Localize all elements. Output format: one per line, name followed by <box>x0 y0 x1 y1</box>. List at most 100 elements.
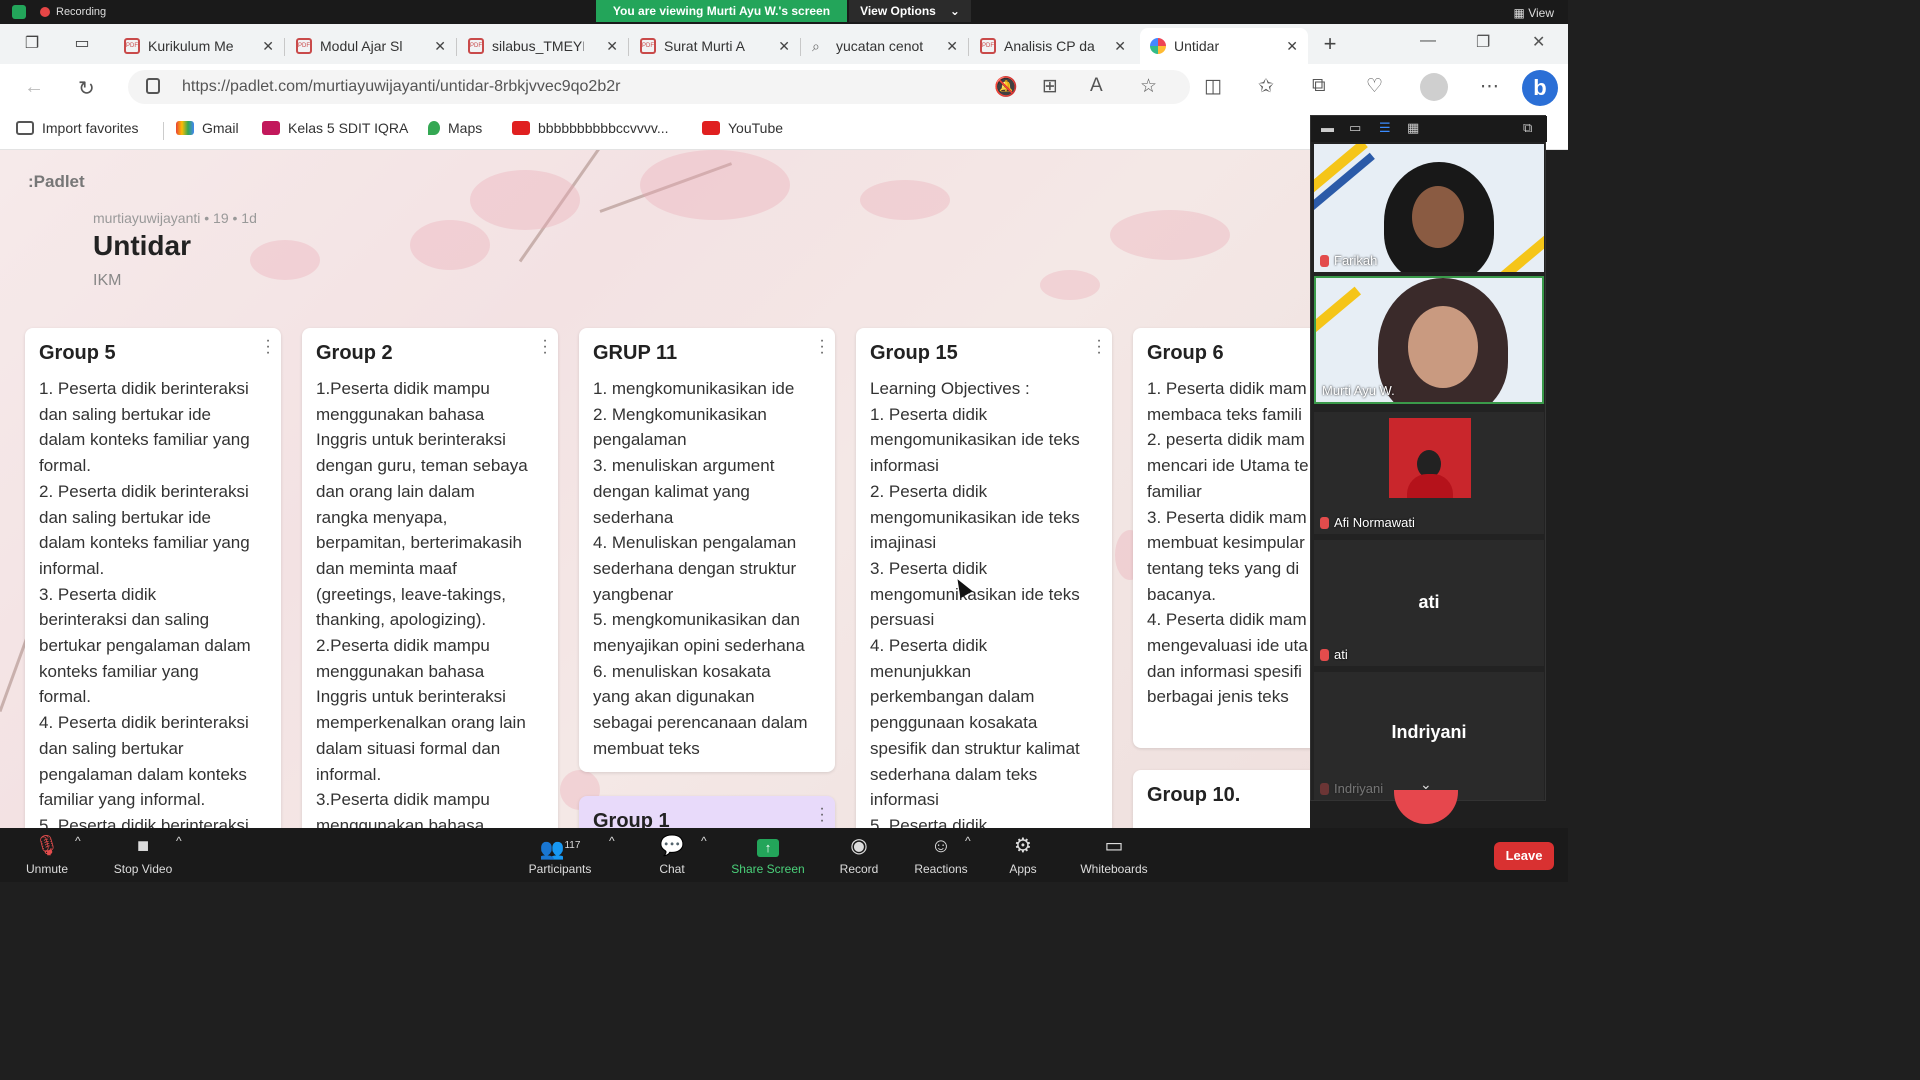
speaker-view-icon[interactable]: ☰ <box>1379 120 1391 136</box>
more-vertical-icon[interactable]: · · · <box>542 333 548 361</box>
more-vertical-icon[interactable]: · · · <box>819 801 825 829</box>
window-close-icon[interactable]: ✕ <box>1532 32 1545 52</box>
participant-tile-farikah[interactable]: Farikah <box>1314 144 1544 272</box>
split-screen-icon[interactable]: ◫ <box>1204 75 1222 98</box>
apps-button[interactable]: ⚙ Apps <box>1004 834 1042 876</box>
bookmark-import-favorites[interactable]: Import favorites <box>16 120 138 136</box>
strip-view-icon[interactable]: ▭ <box>1349 120 1361 136</box>
read-aloud-icon[interactable]: A <box>1090 75 1103 97</box>
participant-name: Murti Ayu W. <box>1322 383 1395 398</box>
tab-analisis[interactable]: PDF Analisis CP da ✕ <box>970 28 1136 64</box>
participant-tile-afi[interactable]: Afi Normawati <box>1314 412 1544 534</box>
browser-essentials-icon[interactable]: ♡ <box>1366 75 1383 98</box>
pdf-icon: PDF <box>640 38 656 54</box>
unmute-button[interactable]: 🎙 Unmute <box>22 834 72 876</box>
tab-title: Untidar <box>1174 38 1220 54</box>
collections-icon[interactable]: ⧉ <box>1312 75 1326 97</box>
participant-name-tag: Farikah <box>1320 253 1377 268</box>
leave-button[interactable]: Leave <box>1494 842 1554 870</box>
bookmark-gmail[interactable]: Gmail <box>176 120 239 136</box>
close-icon[interactable]: ✕ <box>946 38 958 55</box>
app-available-icon[interactable]: ⊞ <box>1042 75 1058 98</box>
close-icon[interactable]: ✕ <box>778 38 790 55</box>
video-options-chevron-icon[interactable]: ^ <box>176 834 182 848</box>
tab-actions-icon[interactable]: ▭ <box>72 34 92 54</box>
view-options-button[interactable]: View Options ⌄ <box>849 0 971 22</box>
back-icon[interactable]: ← <box>24 76 44 99</box>
participant-name-tag: Afi Normawati <box>1320 515 1415 530</box>
tab-modul-ajar[interactable]: PDF Modul Ajar Sl ✕ <box>286 28 456 64</box>
participant-tile-indriyani[interactable]: Indriyani Indriyani ⌄ <box>1314 672 1544 800</box>
participants-count: 117 <box>564 840 581 851</box>
view-button[interactable]: ▦ View <box>1514 6 1554 20</box>
tab-yucatan[interactable]: ⌕ yucatan cenot ✕ <box>802 28 968 64</box>
tab-title: yucatan cenot <box>836 38 924 54</box>
mic-off-icon <box>1320 782 1329 795</box>
post-card-group1[interactable]: Group 1 · · · <box>579 796 835 828</box>
url-field[interactable]: https://padlet.com/murtiayuwijayanti/unt… <box>128 70 1190 104</box>
whiteboards-button[interactable]: ▭ Whiteboards <box>1076 834 1152 876</box>
minimize-panel-icon[interactable]: ▬ <box>1321 120 1334 135</box>
profile-avatar[interactable] <box>1420 73 1448 101</box>
participant-tile-ati[interactable]: ati ati <box>1314 540 1544 666</box>
tab-kurikulum[interactable]: PDF Kurikulum Me ✕ <box>114 28 284 64</box>
post-title: Group 15 <box>870 342 958 364</box>
participants-icon: 👥117 <box>539 838 581 861</box>
close-icon[interactable]: ✕ <box>1114 38 1126 55</box>
close-icon[interactable]: ✕ <box>434 38 446 55</box>
restore-icon[interactable]: ❐ <box>1476 32 1490 52</box>
post-title: GRUP 11 <box>593 342 678 364</box>
more-vertical-icon[interactable]: · · · <box>1096 333 1102 361</box>
post-card-group2[interactable]: Group 2 · · · 1.Peserta didik mampu menggu… <box>302 328 558 828</box>
participant-name: Farikah <box>1334 253 1378 268</box>
audio-options-chevron-icon[interactable]: ^ <box>75 834 81 848</box>
participants-button[interactable]: 👥117 Participants <box>522 834 598 876</box>
notifications-off-icon[interactable]: 🔕 <box>994 75 1018 99</box>
post-card-group10[interactable]: Group 10. <box>1133 770 1310 828</box>
tab-title: silabus_TMEYI <box>492 38 584 54</box>
bookmark-maps[interactable]: Maps <box>428 120 482 136</box>
gallery-view-icon[interactable]: ▦ <box>1407 120 1419 136</box>
reactions-options-chevron-icon[interactable]: ^ <box>965 834 971 848</box>
participant-name: ati <box>1334 647 1348 662</box>
favorite-star-icon[interactable]: ☆ <box>1140 75 1157 98</box>
bookmark-youtube[interactable]: YouTube <box>702 120 783 136</box>
padlet-board: :Padlet murtiayuwijayanti • 19 • 1d Unti… <box>0 150 1310 828</box>
chat-options-chevron-icon[interactable]: ^ <box>701 834 707 848</box>
bookmark-youtube-video[interactable]: bbbbbbbbbbccvvvv... <box>512 120 669 136</box>
favorites-icon[interactable]: ✩ <box>1258 75 1274 98</box>
bing-copilot-icon[interactable]: b <box>1522 70 1558 106</box>
more-options-icon[interactable]: ⋯ <box>1480 75 1499 98</box>
post-card-group6[interactable]: Group 6 1. Peserta didik mam membaca tek… <box>1133 328 1310 748</box>
view-label: View <box>1528 6 1554 20</box>
chat-button[interactable]: 💬 Chat <box>650 834 694 876</box>
post-card-group15[interactable]: Group 15 · · · Learning Objectives : 1. Pe… <box>856 328 1112 828</box>
participant-tile-murti[interactable]: Murti Ayu W. <box>1314 276 1544 404</box>
video-camera-icon: ■ <box>136 835 150 857</box>
more-vertical-icon[interactable]: · · · <box>265 333 271 361</box>
close-icon[interactable]: ✕ <box>606 38 618 55</box>
grid-icon: ▦ <box>1513 6 1525 20</box>
more-vertical-icon[interactable]: · · · <box>819 333 825 361</box>
participants-options-chevron-icon[interactable]: ^ <box>609 834 615 848</box>
reactions-button[interactable]: ☺ Reactions <box>912 834 970 876</box>
bookmark-kelas5[interactable]: Kelas 5 SDIT IQRA <box>262 120 408 136</box>
tab-surat[interactable]: PDF Surat Murti A ✕ <box>630 28 800 64</box>
close-icon[interactable]: ✕ <box>262 38 274 55</box>
workspaces-icon[interactable]: ❐ <box>22 34 42 54</box>
stop-video-button[interactable]: ■ Stop Video <box>108 834 178 876</box>
close-icon[interactable]: ✕ <box>1286 38 1298 55</box>
padlet-logo[interactable]: :Padlet <box>28 172 85 192</box>
pdf-icon: PDF <box>124 38 140 54</box>
refresh-icon[interactable]: ↻ <box>78 76 95 101</box>
new-tab-icon[interactable]: + <box>1320 33 1340 55</box>
record-button[interactable]: ◉ Record <box>836 834 882 876</box>
post-card-group5[interactable]: Group 5 · · · 1. Peserta didik berinteraks… <box>25 328 281 828</box>
tab-untidar[interactable]: Untidar ✕ <box>1140 28 1308 64</box>
tab-silabus[interactable]: PDF silabus_TMEYI ✕ <box>458 28 628 64</box>
exit-panel-icon[interactable]: ⧉ <box>1523 120 1532 136</box>
minimize-icon[interactable]: — <box>1420 32 1436 50</box>
import-icon <box>16 121 34 135</box>
post-card-grup11[interactable]: GRUP 11 · · · 1. mengkomunikasikan ide 2. … <box>579 328 835 772</box>
share-screen-button[interactable]: ↑ Share Screen <box>728 834 808 876</box>
